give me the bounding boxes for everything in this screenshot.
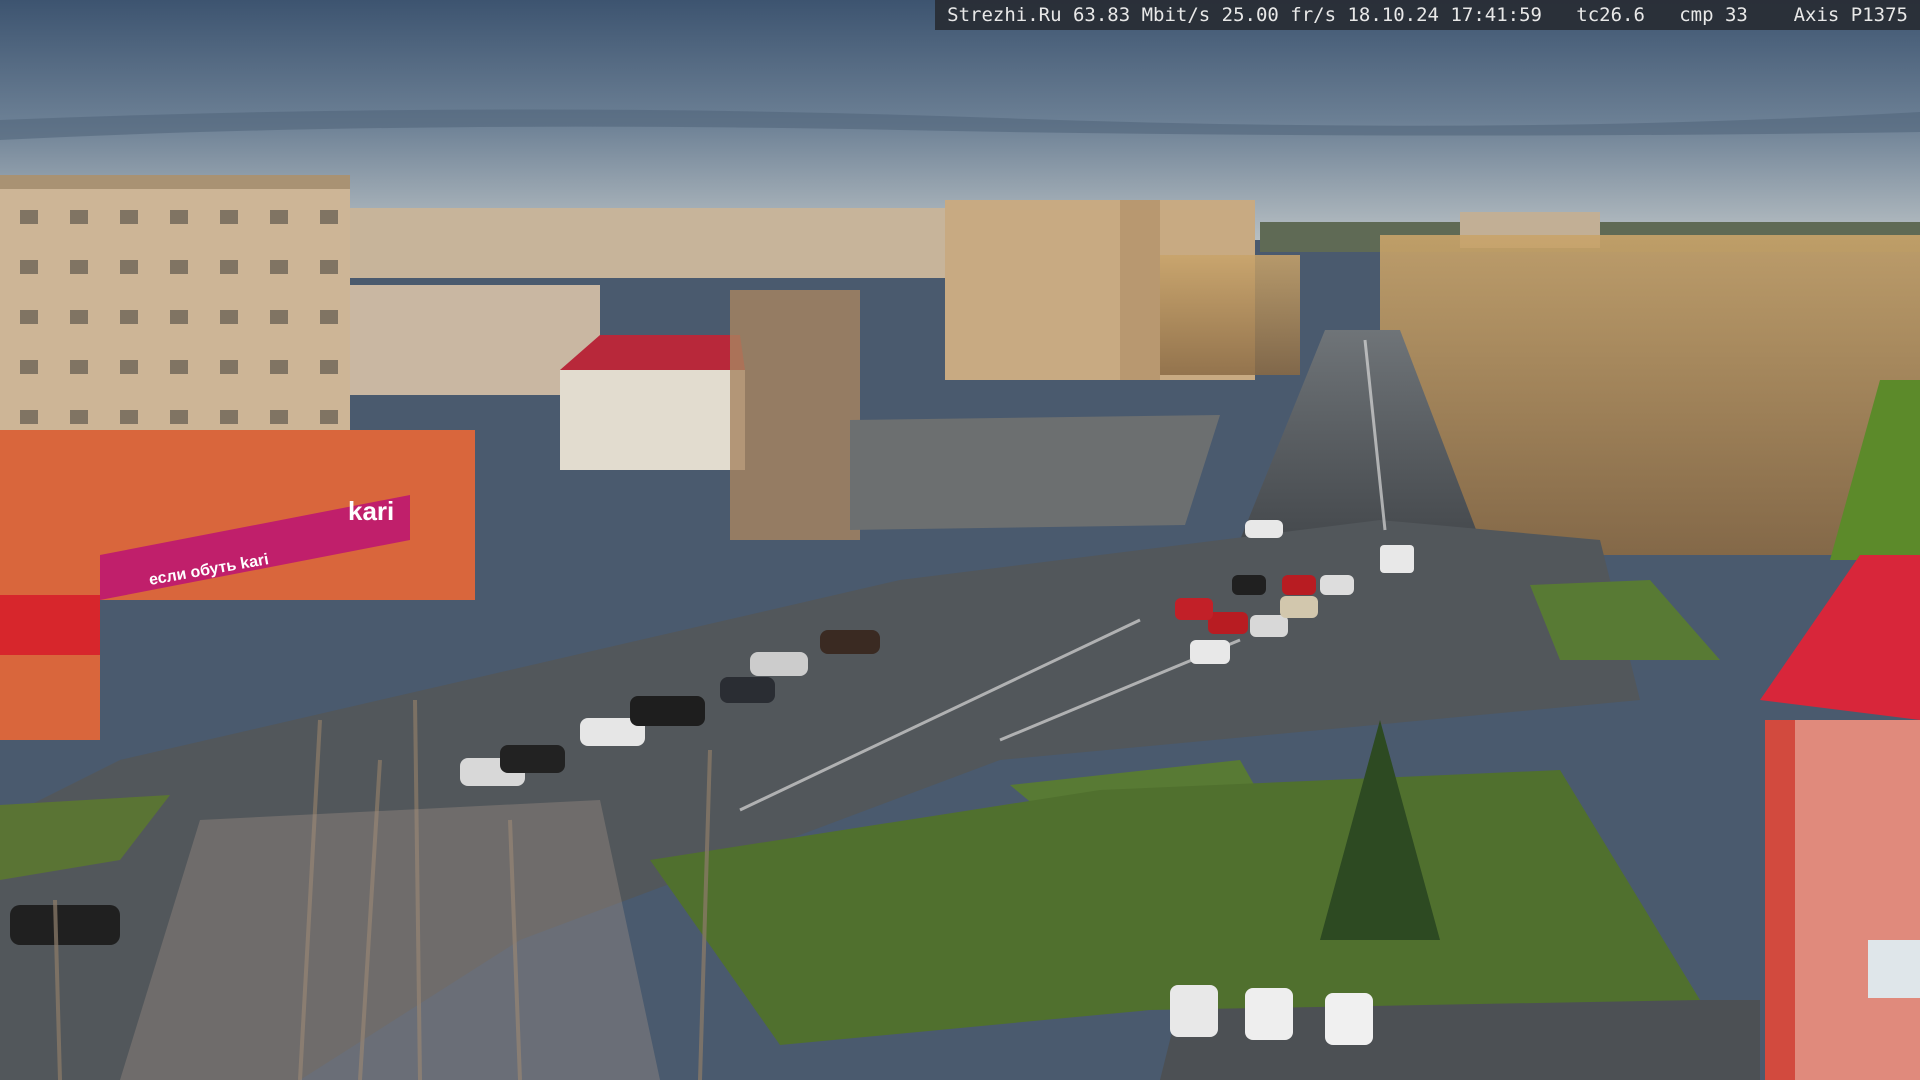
red-roof-building <box>560 335 745 470</box>
camera-osd-overlay: Strezhi.Ru 63.83 Mbit/s 25.00 fr/s 18.10… <box>935 0 1920 30</box>
kari-store-building <box>0 430 475 740</box>
store-name-sign: kari <box>348 496 394 526</box>
right-red-building <box>1760 555 1920 1080</box>
webcam-city-scene: kari если обуть kari <box>0 0 1920 1080</box>
square-plaza <box>850 415 1220 530</box>
bare-tree-canopy <box>120 800 660 1080</box>
trees-center <box>1160 255 1300 375</box>
median-grass-2 <box>1530 580 1720 660</box>
trees-mid-left <box>730 290 860 540</box>
